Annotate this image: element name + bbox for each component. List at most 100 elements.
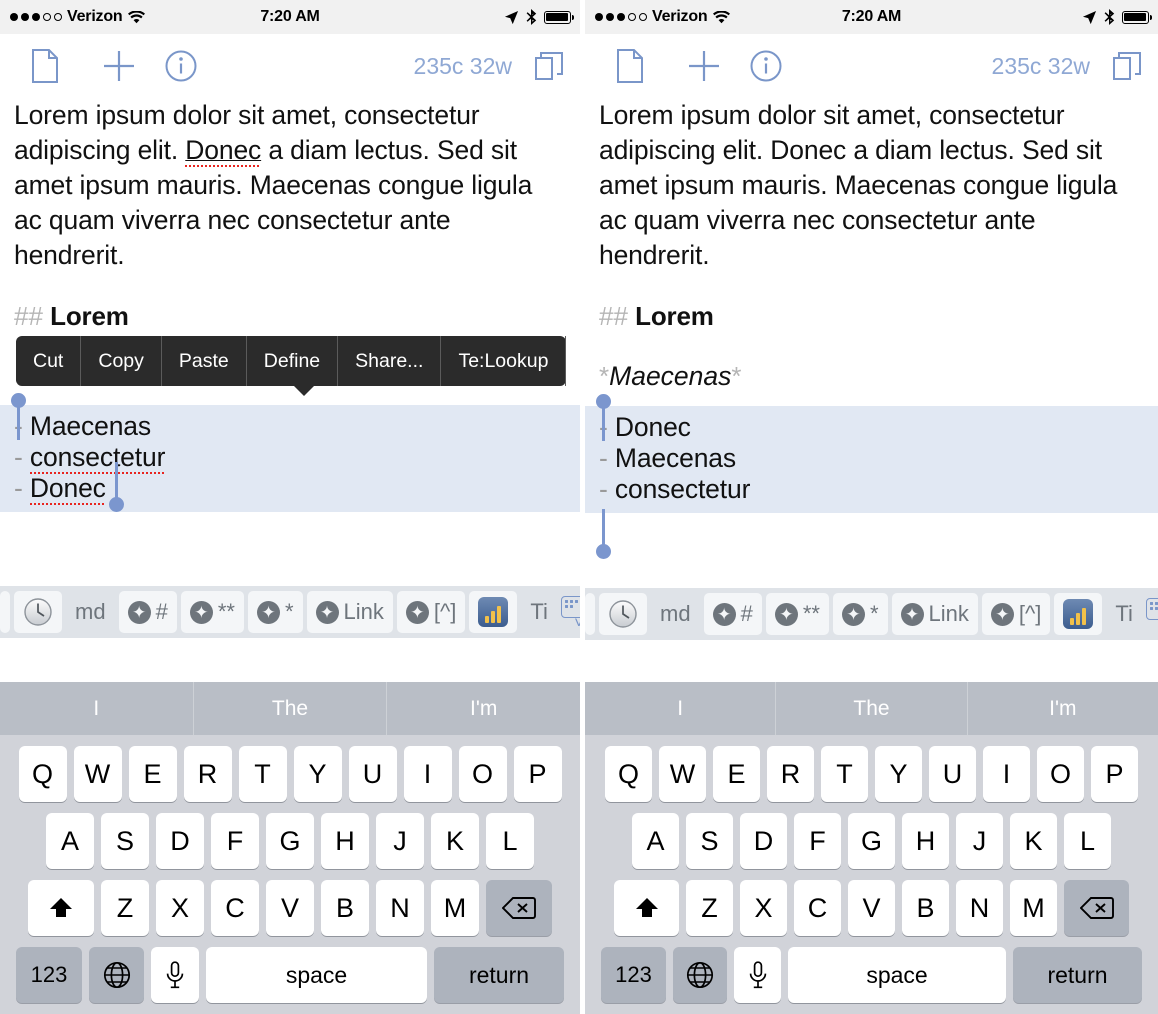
suggestion-bar[interactable]: I The I'm: [0, 682, 580, 735]
key-l[interactable]: L: [486, 813, 534, 869]
on-screen-keyboard[interactable]: I The I'm Q W E R T Y U I O P A S D F G …: [0, 682, 580, 1014]
markdown-accessory-toolbar[interactable]: md ✦ # ✦ ** ✦ * ✦ Link ✦ [^]: [0, 586, 580, 638]
key-v[interactable]: V: [266, 880, 314, 936]
key-x[interactable]: X: [740, 880, 787, 936]
list-item[interactable]: - Donec: [0, 473, 580, 505]
document-body[interactable]: Lorem ipsum dolor sit amet, consectetur …: [0, 98, 580, 332]
suggestion-item[interactable]: I: [585, 682, 777, 735]
key-h[interactable]: H: [321, 813, 369, 869]
list-item[interactable]: - Donec: [585, 412, 1158, 443]
key-t[interactable]: T: [238, 746, 287, 802]
toolbar-button-bold[interactable]: ✦ **: [765, 593, 829, 635]
key-c[interactable]: C: [211, 880, 259, 936]
key-w[interactable]: W: [73, 746, 122, 802]
key-k[interactable]: K: [1010, 813, 1057, 869]
document-body[interactable]: Lorem ipsum dolor sit amet, consectetur …: [585, 98, 1158, 392]
space-key[interactable]: space: [788, 947, 1006, 1003]
key-b[interactable]: B: [902, 880, 949, 936]
key-p[interactable]: P: [513, 746, 562, 802]
toolbar-scroll-edge[interactable]: [0, 591, 10, 633]
document-icon[interactable]: [603, 49, 657, 83]
key-s[interactable]: S: [686, 813, 733, 869]
toolbar-button-footnote[interactable]: ✦ [^]: [981, 593, 1051, 635]
md-label-button[interactable]: md: [66, 591, 115, 633]
key-o[interactable]: O: [458, 746, 507, 802]
globe-key[interactable]: [89, 947, 144, 1003]
toolbar-button-footnote[interactable]: ✦ [^]: [396, 591, 466, 633]
key-r[interactable]: R: [767, 746, 814, 802]
markdown-accessory-toolbar[interactable]: md ✦ # ✦ ** ✦ * ✦ Link ✦ [^]: [585, 588, 1158, 640]
key-f[interactable]: F: [211, 813, 259, 869]
recent-clock-button[interactable]: [599, 593, 647, 635]
list-item[interactable]: - consectetur: [585, 474, 1158, 505]
menu-item-lookup[interactable]: Te:Lookup: [441, 336, 567, 386]
suggestion-item[interactable]: The: [194, 682, 388, 735]
suggestion-item[interactable]: I'm: [968, 682, 1158, 735]
key-q[interactable]: Q: [605, 746, 652, 802]
menu-item-define[interactable]: Define: [247, 336, 339, 386]
menu-item-share[interactable]: Share...: [338, 336, 442, 386]
toolbar-button-chart[interactable]: [469, 591, 518, 633]
toolbar-button-italic[interactable]: ✦ *: [247, 591, 303, 633]
plus-icon[interactable]: [102, 49, 136, 83]
shift-key[interactable]: [28, 880, 94, 936]
md-label-button[interactable]: md: [651, 593, 700, 635]
hide-keyboard-button[interactable]: ˅: [560, 596, 580, 632]
key-x[interactable]: X: [156, 880, 204, 936]
suggestion-item[interactable]: The: [776, 682, 968, 735]
selected-list-region[interactable]: - Maecenas - consectetur - Donec: [0, 393, 580, 512]
selected-list-region[interactable]: - Donec - Maecenas - consectetur: [585, 394, 1158, 559]
edit-context-menu[interactable]: Cut Copy Paste Define Share... Te:Lookup: [16, 336, 567, 396]
dictation-key[interactable]: [734, 947, 781, 1003]
key-e[interactable]: E: [713, 746, 760, 802]
key-n[interactable]: N: [956, 880, 1003, 936]
toolbar-button-link[interactable]: ✦ Link: [891, 593, 978, 635]
menu-item-cut[interactable]: Cut: [16, 336, 82, 386]
on-screen-keyboard[interactable]: I The I'm Q W E R T Y U I O P A S D F G …: [585, 682, 1158, 1014]
key-p[interactable]: P: [1091, 746, 1138, 802]
key-u[interactable]: U: [348, 746, 397, 802]
plus-icon[interactable]: [687, 49, 721, 83]
globe-key[interactable]: [673, 947, 727, 1003]
key-j[interactable]: J: [956, 813, 1003, 869]
key-a[interactable]: A: [46, 813, 94, 869]
selection-highlight[interactable]: - Maecenas - consectetur - Donec: [0, 405, 580, 512]
key-a[interactable]: A: [632, 813, 679, 869]
list-item[interactable]: - Maecenas: [585, 443, 1158, 474]
list-item[interactable]: - Maecenas: [0, 411, 580, 442]
key-z[interactable]: Z: [101, 880, 149, 936]
key-t[interactable]: T: [821, 746, 868, 802]
numbers-key[interactable]: 123: [601, 947, 666, 1003]
key-v[interactable]: V: [848, 880, 895, 936]
numbers-key[interactable]: 123: [16, 947, 82, 1003]
key-y[interactable]: Y: [293, 746, 342, 802]
hide-keyboard-button[interactable]: ˅: [1145, 598, 1158, 630]
info-circle-icon[interactable]: [750, 50, 782, 82]
suggestion-item[interactable]: I: [0, 682, 194, 735]
key-r[interactable]: R: [183, 746, 232, 802]
toolbar-button-bold[interactable]: ✦ **: [180, 591, 244, 633]
toolbar-button-heading[interactable]: ✦ #: [118, 591, 177, 633]
key-u[interactable]: U: [929, 746, 976, 802]
key-z[interactable]: Z: [686, 880, 733, 936]
key-s[interactable]: S: [101, 813, 149, 869]
shift-key[interactable]: [614, 880, 679, 936]
toolbar-button-truncated[interactable]: Ti: [521, 591, 557, 633]
key-q[interactable]: Q: [18, 746, 67, 802]
key-n[interactable]: N: [376, 880, 424, 936]
key-w[interactable]: W: [659, 746, 706, 802]
key-c[interactable]: C: [794, 880, 841, 936]
backspace-key[interactable]: [1064, 880, 1129, 936]
toolbar-button-heading[interactable]: ✦ #: [703, 593, 762, 635]
list-item[interactable]: - consectetur: [0, 442, 580, 474]
key-m[interactable]: M: [431, 880, 479, 936]
key-y[interactable]: Y: [875, 746, 922, 802]
key-b[interactable]: B: [321, 880, 369, 936]
menu-item-paste[interactable]: Paste: [162, 336, 247, 386]
key-h[interactable]: H: [902, 813, 949, 869]
key-i[interactable]: I: [983, 746, 1030, 802]
key-d[interactable]: D: [740, 813, 787, 869]
key-o[interactable]: O: [1037, 746, 1084, 802]
toolbar-button-link[interactable]: ✦ Link: [306, 591, 393, 633]
key-g[interactable]: G: [848, 813, 895, 869]
